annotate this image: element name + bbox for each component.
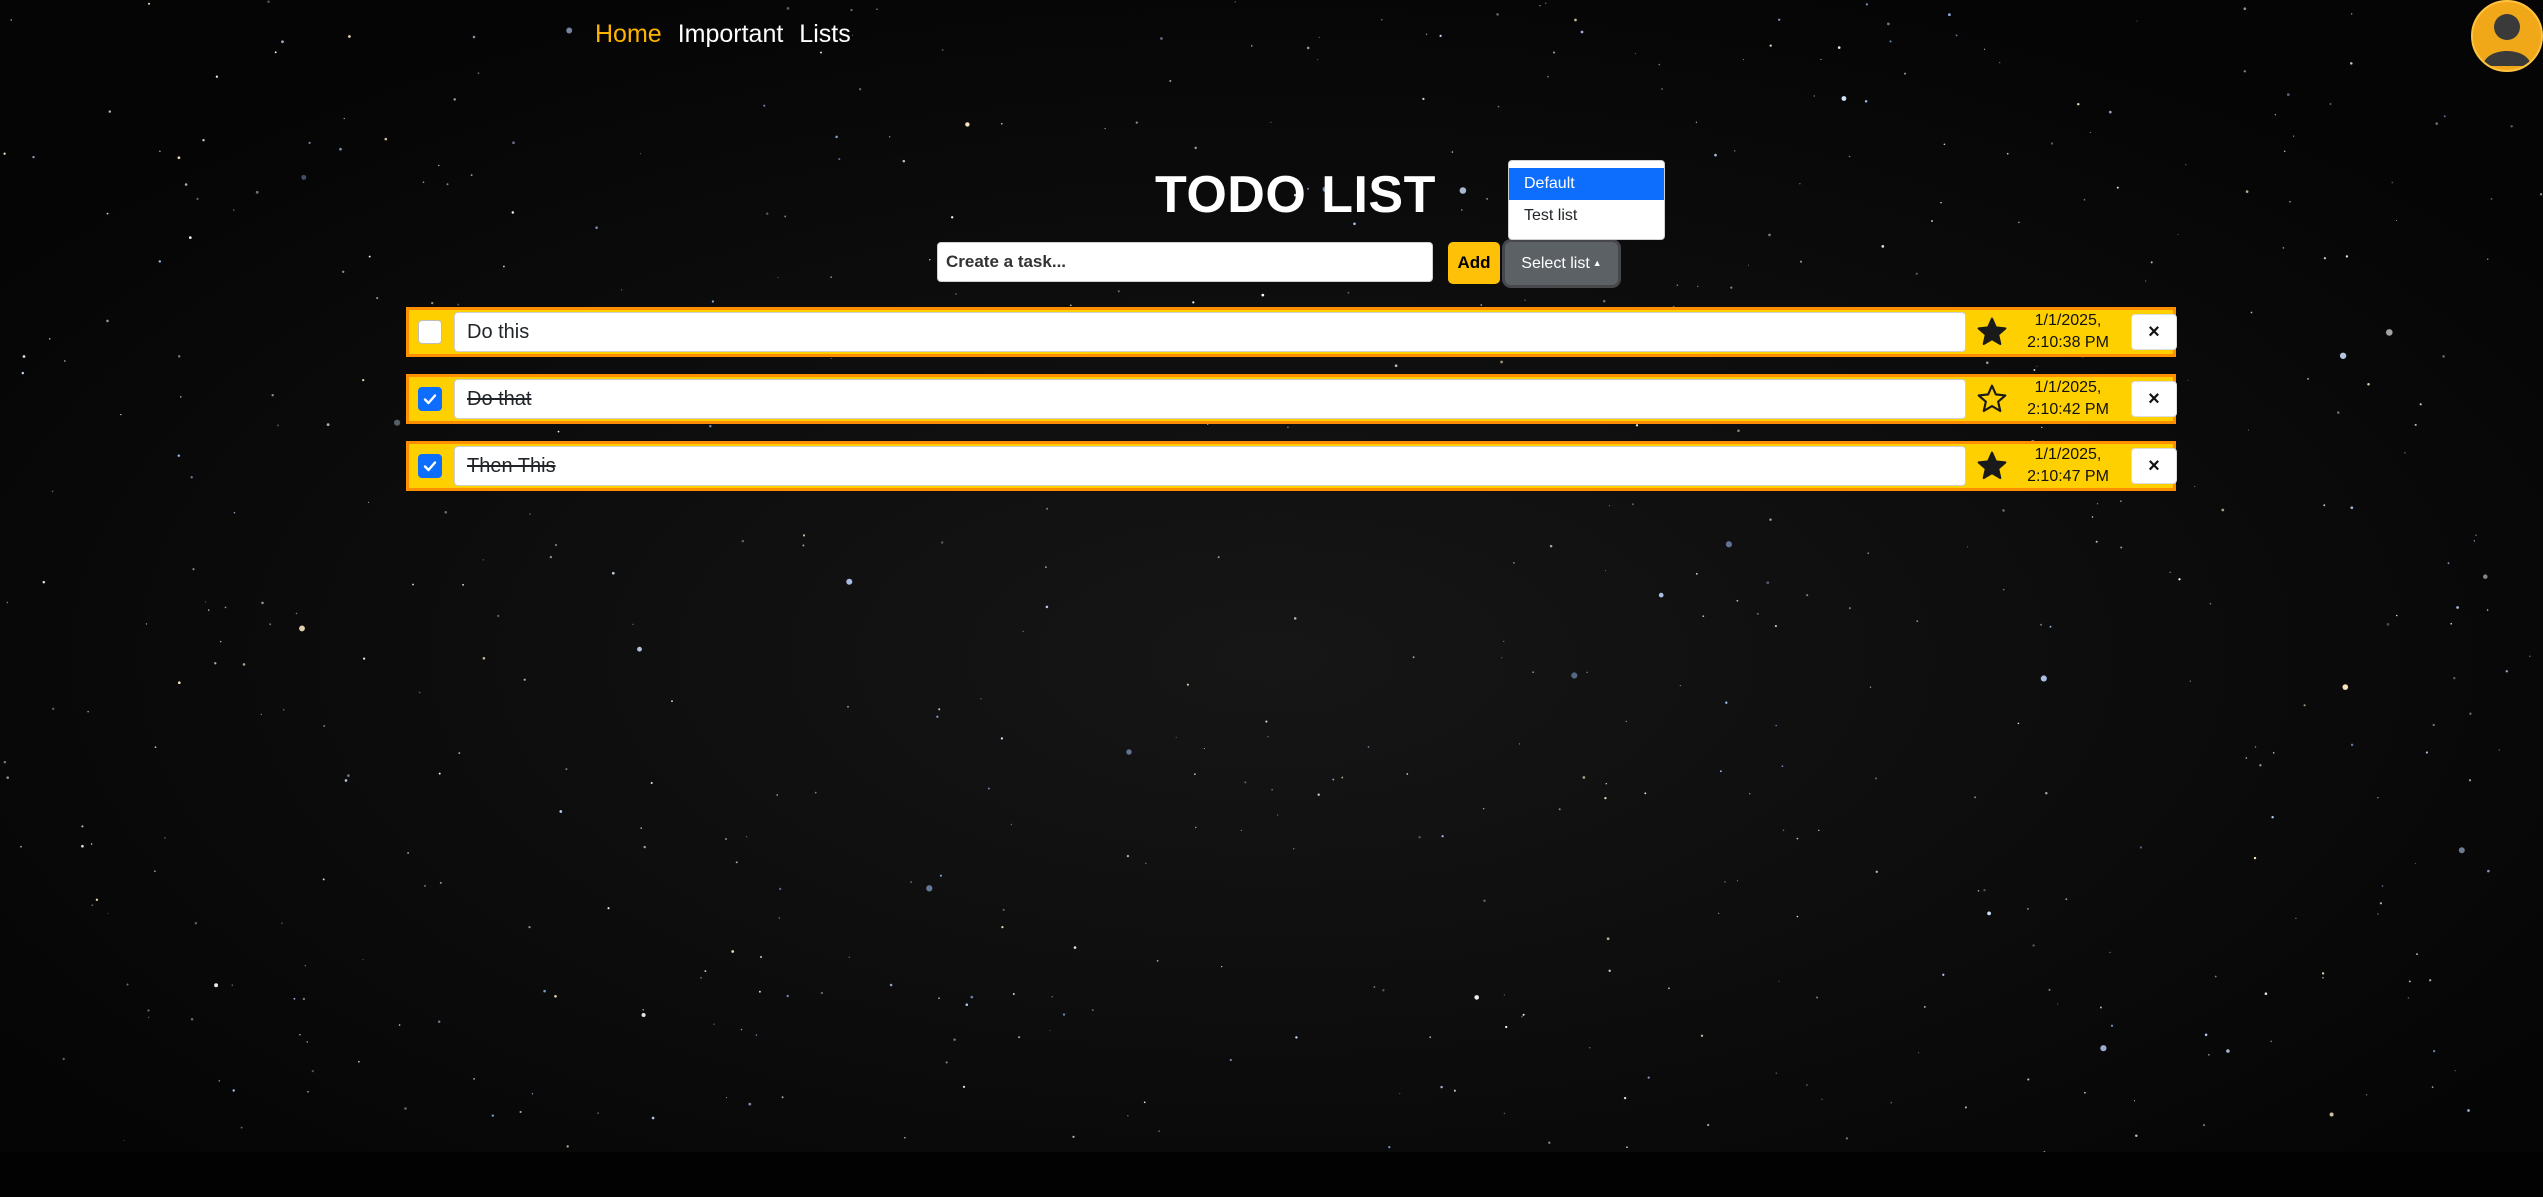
todo-time: 2:10:47 PM [2027, 468, 2109, 485]
todo-date: 1/1/2025, [2034, 312, 2102, 329]
star-filled-icon[interactable] [1975, 315, 2009, 349]
dropdown-option-default[interactable]: Default [1509, 168, 1664, 200]
star-filled-icon[interactable] [1975, 449, 2009, 483]
nav-important[interactable]: Important [678, 20, 784, 49]
check-icon [423, 461, 437, 472]
todo-date: 1/1/2025, [2034, 446, 2102, 463]
top-nav: Home Important Lists [595, 20, 851, 49]
todo-text-field[interactable]: Do that [454, 379, 1966, 419]
add-button[interactable]: Add [1448, 242, 1500, 284]
select-list-label: Select list [1521, 254, 1590, 272]
close-icon: × [2148, 320, 2160, 343]
delete-button[interactable]: × [2131, 314, 2177, 350]
todo-time: 2:10:38 PM [2027, 334, 2109, 351]
dropdown-option-test-list[interactable]: Test list [1509, 200, 1664, 232]
nav-lists[interactable]: Lists [799, 20, 850, 49]
todo-timestamp: 1/1/2025, 2:10:38 PM [2009, 310, 2127, 354]
caret-up-icon: ▲ [1592, 257, 1602, 268]
todo-row: Do that 1/1/2025, 2:10:42 PM × [406, 374, 2177, 424]
close-icon: × [2148, 387, 2160, 410]
todo-checkbox[interactable] [418, 454, 442, 478]
todo-row: Then This 1/1/2025, 2:10:47 PM × [406, 441, 2177, 491]
todo-timestamp: 1/1/2025, 2:10:47 PM [2009, 444, 2127, 488]
todo-text-field[interactable]: Do this [454, 312, 1966, 352]
todo-date: 1/1/2025, [2034, 379, 2102, 396]
create-task-input[interactable] [937, 242, 1433, 282]
todo-text-field[interactable]: Then This [454, 446, 1966, 486]
select-list-button[interactable]: Select list ▲ [1505, 242, 1618, 285]
delete-button[interactable]: × [2131, 448, 2177, 484]
nav-home[interactable]: Home [595, 20, 662, 49]
list-dropdown-menu: Default Test list [1508, 160, 1665, 240]
todo-timestamp: 1/1/2025, 2:10:42 PM [2009, 377, 2127, 421]
check-icon [423, 394, 437, 405]
close-icon: × [2148, 454, 2160, 477]
todo-checkbox[interactable] [418, 387, 442, 411]
page-title: TODO LIST [1155, 166, 1436, 224]
todo-checkbox[interactable] [418, 320, 442, 344]
add-button-label: Add [1457, 253, 1491, 272]
todo-row: Do this 1/1/2025, 2:10:38 PM × [406, 307, 2177, 357]
todo-list: Do this 1/1/2025, 2:10:38 PM × Do that 1/1/20… [406, 307, 2177, 508]
delete-button[interactable]: × [2131, 381, 2177, 417]
todo-time: 2:10:42 PM [2027, 401, 2109, 418]
star-outline-icon[interactable] [1975, 382, 2009, 416]
user-avatar-icon[interactable] [2471, 0, 2543, 72]
